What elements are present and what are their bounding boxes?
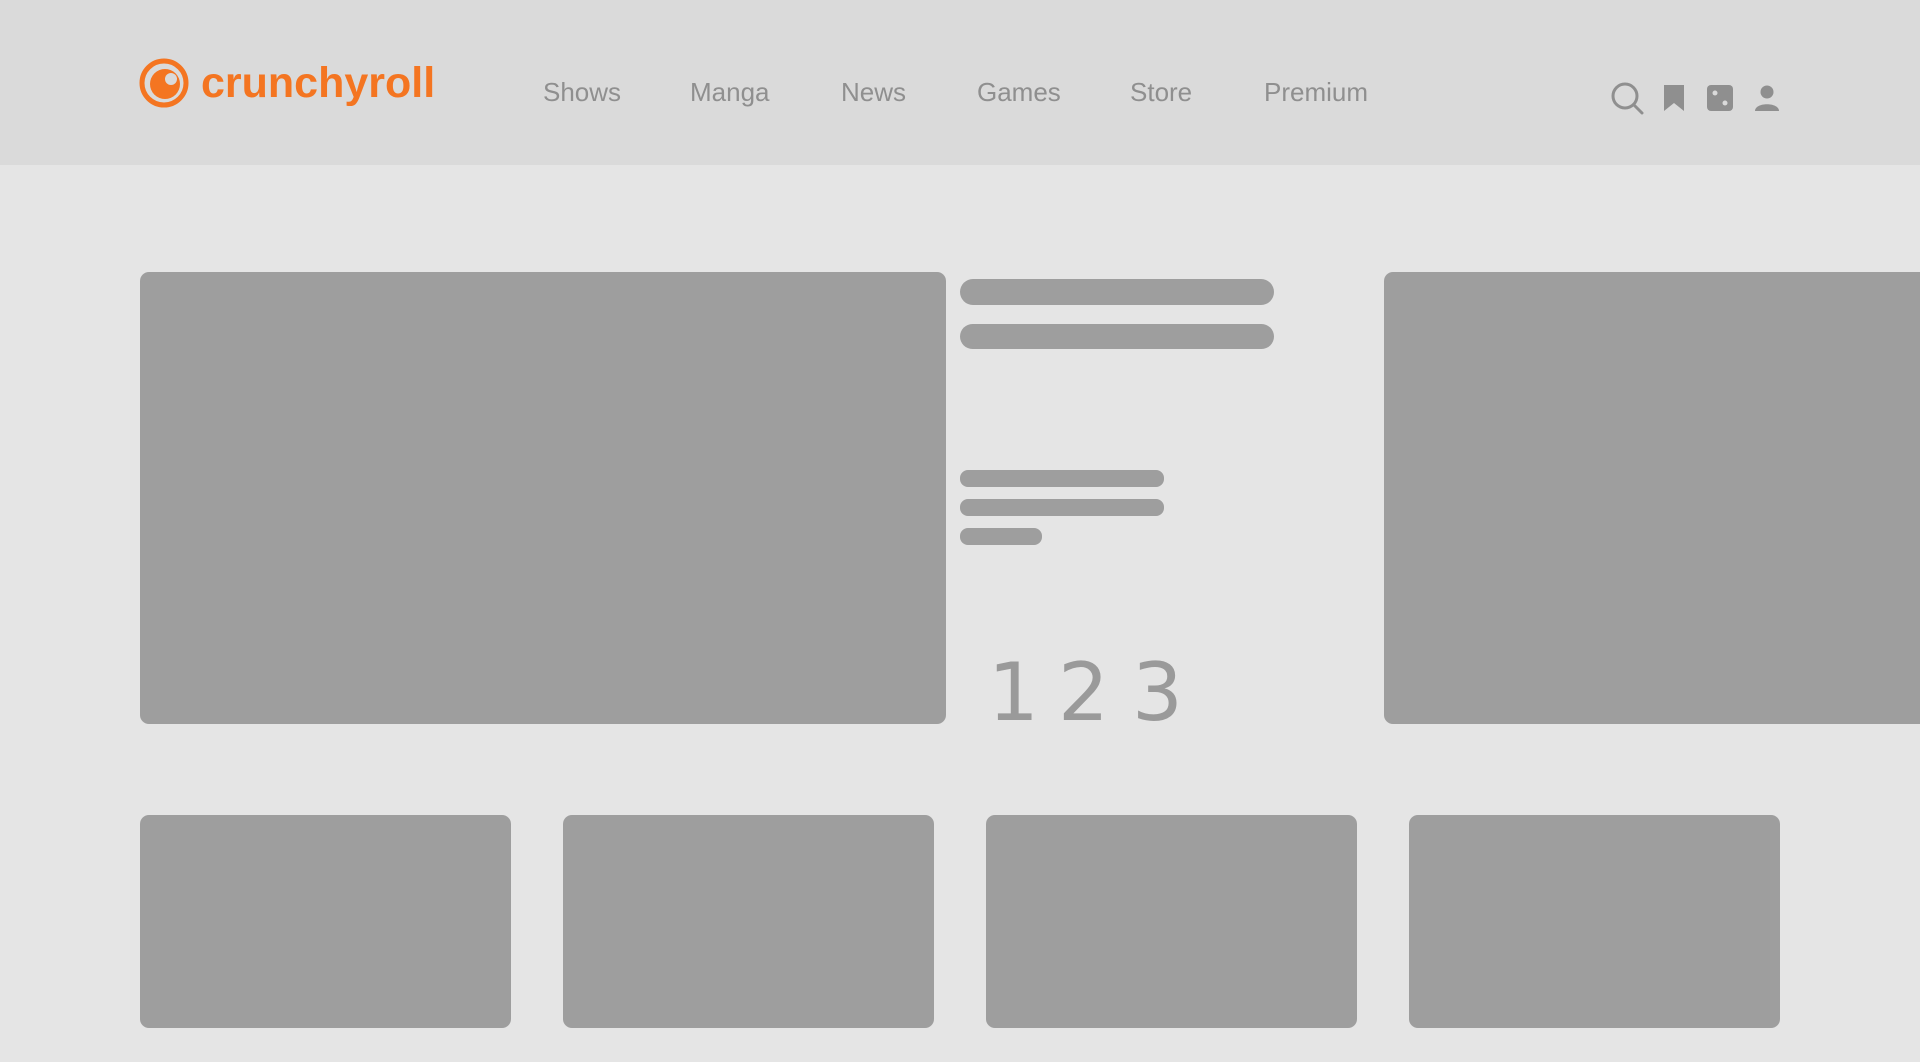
watchlist-button[interactable] [1656, 80, 1692, 116]
search-icon [1611, 82, 1644, 115]
nav-item-premium[interactable]: Premium [1264, 72, 1368, 112]
nav-item-shows[interactable]: Shows [543, 72, 621, 112]
content-card-placeholder[interactable] [140, 815, 511, 1028]
hero-subtitle-placeholder [960, 324, 1274, 349]
nav-item-store[interactable]: Store [1130, 72, 1192, 112]
top-header: crunchyroll Shows Manga News Games Store… [0, 0, 1920, 165]
hero-image-placeholder[interactable] [140, 272, 946, 724]
random-button[interactable] [1702, 80, 1738, 116]
crunchyroll-logo[interactable]: crunchyroll [139, 57, 435, 109]
content-card-placeholder[interactable] [563, 815, 934, 1028]
hero-title-placeholder [960, 279, 1274, 305]
carousel-page-1[interactable]: 1 [988, 648, 1039, 738]
carousel-page-2[interactable]: 2 [1058, 648, 1109, 738]
content-card-placeholder[interactable] [986, 815, 1357, 1028]
crunchyroll-logo-icon [139, 58, 189, 108]
nav-item-news[interactable]: News [841, 72, 906, 112]
hero-description-line [960, 528, 1042, 545]
hero-description-line [960, 470, 1164, 487]
random-dice-icon [1707, 85, 1733, 111]
search-button[interactable] [1609, 80, 1645, 116]
user-icon [1755, 85, 1779, 111]
nav-item-games[interactable]: Games [977, 72, 1061, 112]
hero-description-line [960, 499, 1164, 516]
nav-item-manga[interactable]: Manga [690, 72, 770, 112]
carousel-page-3[interactable]: 3 [1132, 648, 1183, 738]
brand-name: crunchyroll [201, 59, 436, 107]
content-card-placeholder[interactable] [1409, 815, 1780, 1028]
bookmark-icon [1664, 85, 1684, 111]
account-button[interactable] [1749, 80, 1785, 116]
next-slide-placeholder[interactable] [1384, 272, 1920, 724]
